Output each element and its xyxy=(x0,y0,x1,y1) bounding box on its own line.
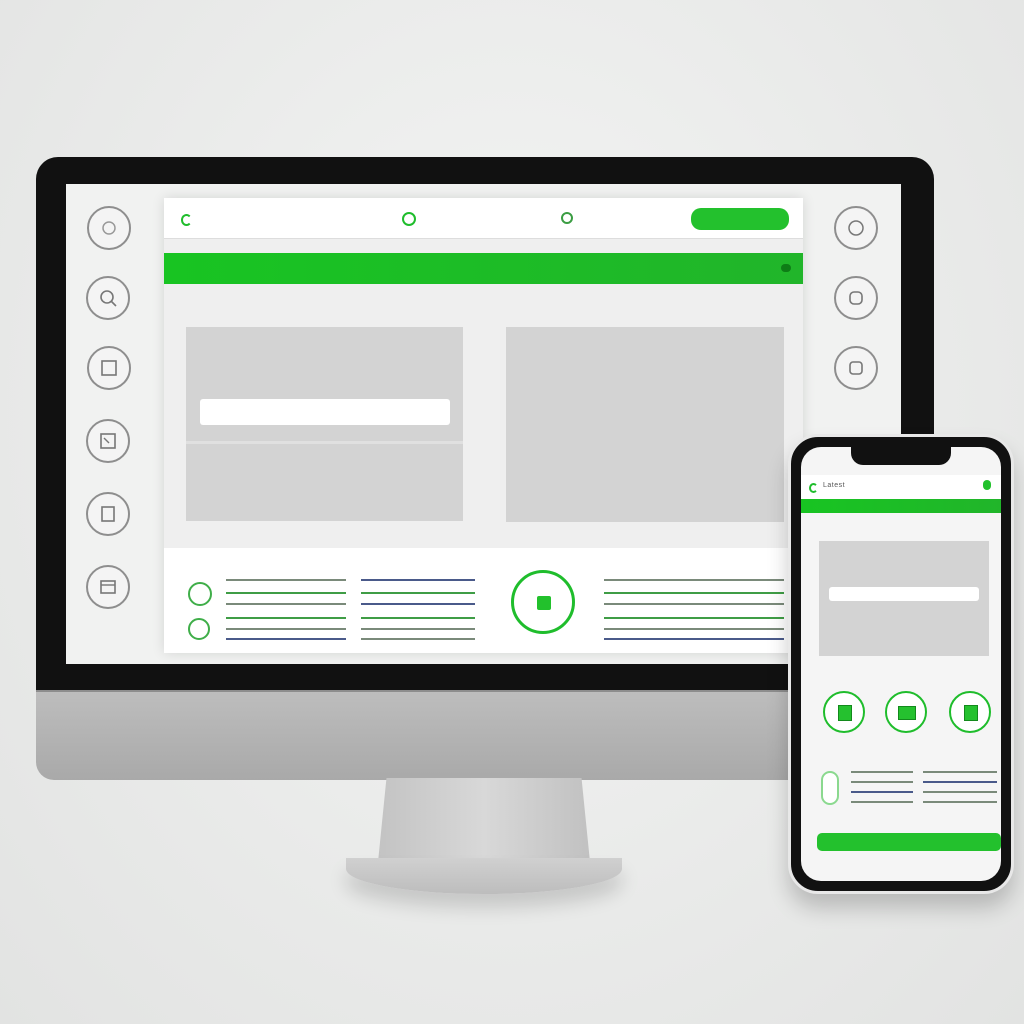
indicator-icon xyxy=(561,212,573,224)
text-line xyxy=(361,579,475,581)
folder-icon[interactable] xyxy=(86,565,130,609)
document-icon[interactable] xyxy=(87,346,131,390)
bottom-panel xyxy=(164,548,803,653)
monitor-base xyxy=(346,858,622,894)
square-icon[interactable] xyxy=(834,346,878,390)
stop-icon xyxy=(838,705,852,721)
banner-icon[interactable] xyxy=(781,264,791,272)
info-icon[interactable] xyxy=(821,771,839,805)
text-line xyxy=(604,603,784,605)
phone-device: Latest xyxy=(788,434,1014,894)
menu-icon[interactable] xyxy=(983,480,991,490)
app-window xyxy=(164,198,803,653)
text-line xyxy=(851,771,913,773)
text-line xyxy=(923,791,997,793)
text-line xyxy=(604,617,784,619)
info-icon[interactable] xyxy=(188,618,210,640)
stop-icon xyxy=(964,705,978,721)
text-line xyxy=(226,579,346,581)
text-line xyxy=(226,638,346,640)
text-line xyxy=(604,628,784,630)
phone-card xyxy=(819,541,989,656)
text-line xyxy=(226,628,346,630)
phone-title: Latest xyxy=(823,482,846,489)
text-line xyxy=(361,628,475,630)
text-line xyxy=(604,579,784,581)
content-card-right xyxy=(506,327,784,522)
app-header xyxy=(164,198,803,239)
action-button[interactable] xyxy=(949,691,991,733)
text-line xyxy=(851,801,913,803)
circle-icon[interactable] xyxy=(834,206,878,250)
content-card-left xyxy=(186,327,463,521)
circle-icon[interactable] xyxy=(87,206,131,250)
square-icon xyxy=(898,706,916,720)
action-button[interactable] xyxy=(823,691,865,733)
text-line xyxy=(361,603,475,605)
search-icon[interactable] xyxy=(86,276,130,320)
chat-icon[interactable] xyxy=(834,276,878,320)
divider xyxy=(186,441,463,444)
monitor-stand xyxy=(378,778,590,862)
text-line xyxy=(851,791,913,793)
phone-notch xyxy=(851,447,951,465)
text-line xyxy=(923,781,997,783)
image-icon[interactable] xyxy=(86,419,130,463)
action-button[interactable] xyxy=(885,691,927,733)
phone-green-bar xyxy=(801,499,1001,513)
text-line xyxy=(226,603,346,605)
text-line xyxy=(604,592,784,594)
logo-icon xyxy=(809,483,818,493)
green-banner xyxy=(164,253,803,284)
phone-header: Latest xyxy=(801,475,1001,499)
phone-screen: Latest xyxy=(801,447,1001,881)
phone-text-input[interactable] xyxy=(829,587,979,601)
header-button[interactable] xyxy=(691,208,789,230)
file-icon[interactable] xyxy=(86,492,130,536)
text-line xyxy=(923,771,997,773)
text-line xyxy=(226,617,346,619)
play-button[interactable] xyxy=(511,570,575,634)
text-line xyxy=(361,617,475,619)
text-line xyxy=(226,592,346,594)
phone-cta-button[interactable] xyxy=(817,833,1001,851)
text-line xyxy=(923,801,997,803)
text-line xyxy=(361,592,475,594)
status-dot-icon xyxy=(402,212,416,226)
info-icon[interactable] xyxy=(188,582,212,606)
text-line xyxy=(604,638,784,640)
text-line xyxy=(851,781,913,783)
text-input[interactable] xyxy=(200,399,450,425)
logo-icon xyxy=(181,214,192,226)
stop-icon xyxy=(537,596,551,610)
text-line xyxy=(361,638,475,640)
